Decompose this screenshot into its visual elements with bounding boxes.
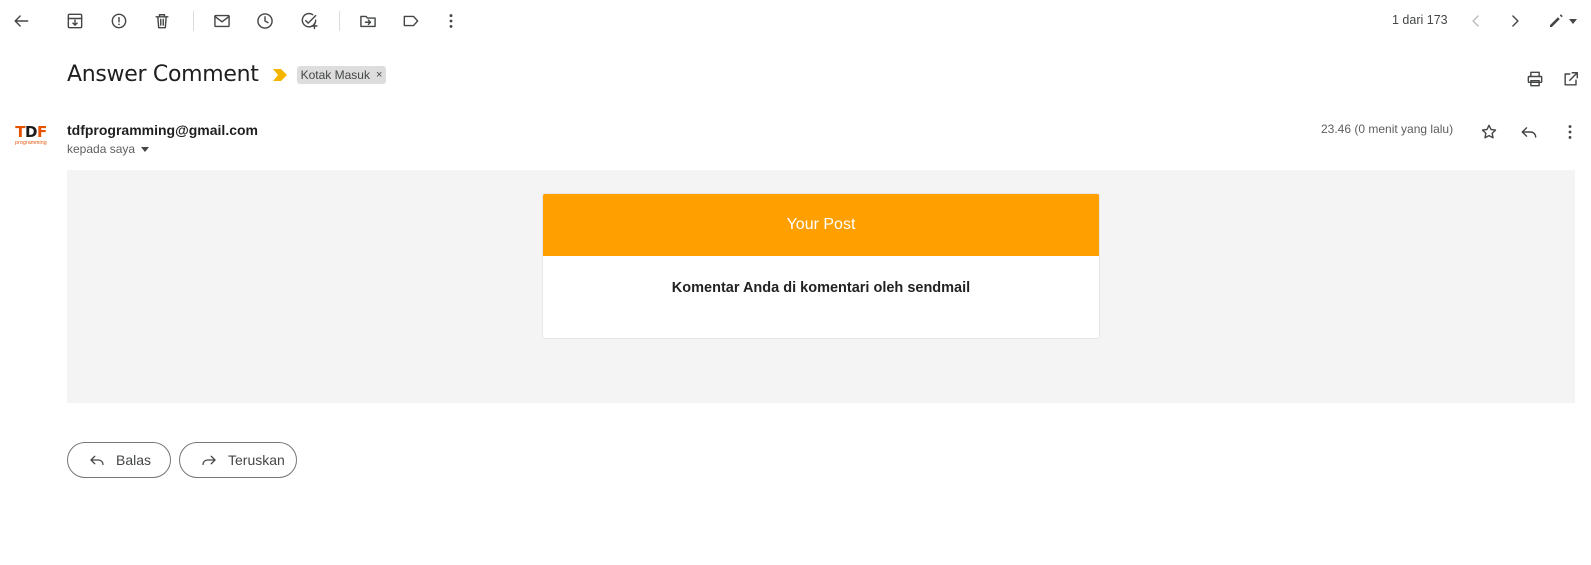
chevron-left-icon <box>1472 15 1479 27</box>
newer-button[interactable] <box>1460 5 1492 37</box>
move-to-button[interactable] <box>352 5 384 37</box>
card-title: Your Post <box>543 194 1099 256</box>
back-arrow-icon <box>14 15 29 27</box>
clock-icon <box>257 13 273 29</box>
email-subject: Answer Comment <box>67 62 259 87</box>
open-new-window-button[interactable] <box>1555 63 1587 95</box>
avatar-logo-subtext: programming <box>15 140 47 146</box>
more-vert-icon <box>1568 125 1572 139</box>
recipient-text: kepada saya <box>67 142 136 156</box>
notification-card: Your Post Komentar Anda di komentari ole… <box>542 193 1100 339</box>
label-chip-text: Kotak Masuk <box>300 67 370 82</box>
important-marker-icon[interactable] <box>272 68 287 81</box>
reply-label: Balas <box>116 452 152 468</box>
add-task-icon <box>301 12 318 30</box>
older-button[interactable] <box>1499 5 1531 37</box>
forward-label: Teruskan <box>228 452 285 468</box>
archive-icon <box>67 13 83 29</box>
message-more-button[interactable] <box>1554 116 1586 148</box>
more-vert-icon <box>449 14 453 28</box>
chevron-right-icon <box>1512 15 1519 27</box>
reply-icon <box>90 455 104 466</box>
email-body: Your Post Komentar Anda di komentari ole… <box>67 170 1575 403</box>
reply-button[interactable] <box>1513 116 1545 148</box>
snooze-button[interactable] <box>249 5 281 37</box>
forward-action-button[interactable]: Teruskan <box>179 442 297 478</box>
print-all-button[interactable] <box>1519 63 1551 95</box>
input-tools-button[interactable] <box>1540 5 1584 37</box>
report-spam-button[interactable] <box>103 5 135 37</box>
star-button[interactable] <box>1473 116 1505 148</box>
card-message: Komentar Anda di komentari oleh sendmail <box>671 280 971 296</box>
mail-icon <box>214 14 230 28</box>
remove-label-button[interactable]: × <box>376 69 382 81</box>
star-icon <box>1481 124 1497 139</box>
label-icon <box>403 15 419 27</box>
sender-avatar[interactable]: TDF programming <box>10 124 52 160</box>
trash-icon <box>155 14 169 29</box>
reply-action-button[interactable]: Balas <box>67 442 171 478</box>
mark-unread-button[interactable] <box>206 5 238 37</box>
chevron-down-icon <box>141 147 150 152</box>
add-task-button[interactable] <box>293 5 325 37</box>
toolbar-divider <box>339 11 340 31</box>
toolbar-divider <box>193 11 194 31</box>
recipient-details-toggle[interactable]: kepada saya <box>67 142 150 156</box>
report-spam-icon <box>111 13 127 29</box>
back-button[interactable] <box>5 5 37 37</box>
message-timestamp: 23.46 (0 menit yang lalu) <box>1321 122 1454 136</box>
label-chip-inbox: Kotak Masuk × <box>296 65 387 84</box>
move-to-folder-icon <box>360 15 376 28</box>
pen-icon <box>1550 14 1563 27</box>
reply-icon <box>1521 127 1537 138</box>
print-icon <box>1527 71 1543 87</box>
delete-button[interactable] <box>146 5 178 37</box>
forward-icon <box>202 455 216 466</box>
pagination-count: 1 dari 173 <box>1392 13 1448 27</box>
open-in-new-icon <box>1564 72 1578 86</box>
more-actions-button[interactable] <box>435 5 467 37</box>
labels-button[interactable] <box>395 5 427 37</box>
chevron-down-icon <box>1569 19 1577 24</box>
avatar-logo: TDF <box>15 123 47 141</box>
subject-row: Answer Comment Kotak Masuk × <box>67 62 387 87</box>
archive-button[interactable] <box>59 5 91 37</box>
sender-email[interactable]: tdfprogramming@gmail.com <box>67 122 258 138</box>
